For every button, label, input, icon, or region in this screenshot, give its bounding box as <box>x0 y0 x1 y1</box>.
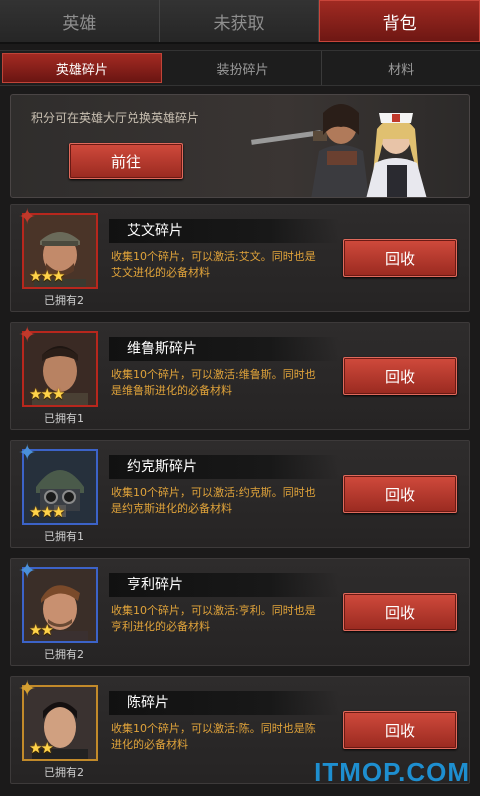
recycle-button[interactable]: 回收 <box>343 475 457 513</box>
list-item: ✦ ★★★ 已拥有1 维鲁斯碎片 收集10个碎片，可以激活:维鲁斯。同时也 是维… <box>10 322 470 430</box>
recycle-button[interactable]: 回收 <box>343 593 457 631</box>
list-item: ✦ ★★★ 已拥有2 艾文碎片 收集10个碎片，可以激活:艾文。同时也是 艾文进… <box>10 204 470 312</box>
fragment-description: 收集10个碎片，可以激活:维鲁斯。同时也 是维鲁斯进化的必备材料 <box>111 367 337 399</box>
fragment-description: 收集10个碎片，可以激活:艾文。同时也是 艾文进化的必备材料 <box>111 249 337 281</box>
list-item: ✦ ★★★ 已拥有1 约克斯碎片 收集10个碎片，可以激活:约克斯。同时也 是约… <box>10 440 470 548</box>
description-line: 收集10个碎片，可以激活:亨利。同时也是 <box>111 604 316 617</box>
tab-heroes[interactable]: 英雄 <box>0 0 160 42</box>
description-line: 收集10个碎片，可以激活:维鲁斯。同时也 <box>111 368 316 381</box>
blue-puzzle-icon: ✦ <box>18 441 37 466</box>
list-item: ✦ ★★ 已拥有2 亨利碎片 收集10个碎片，可以激活:亨利。同时也是 亨利进化… <box>10 558 470 666</box>
description-line: 进化的必备材料 <box>111 738 188 751</box>
owned-count: 已拥有1 <box>44 530 84 543</box>
tab-costume-fragments[interactable]: 装扮碎片 <box>164 51 323 85</box>
star-rating: ★★ <box>29 739 54 757</box>
sub-tab-bar: 英雄碎片 装扮碎片 材料 <box>0 50 480 86</box>
gold-puzzle-icon: ✦ <box>18 677 37 702</box>
fragment-description: 收集10个碎片，可以激活:亨利。同时也是 亨利进化的必备材料 <box>111 603 337 635</box>
owned-count: 已拥有2 <box>44 648 84 661</box>
description-line: 收集10个碎片，可以激活:约克斯。同时也 <box>111 486 316 499</box>
fragment-description: 收集10个碎片，可以激活:约克斯。同时也 是约克斯进化的必备材料 <box>111 485 337 517</box>
description-line: 亨利进化的必备材料 <box>111 620 210 633</box>
description-line: 艾文进化的必备材料 <box>111 266 210 279</box>
description-line: 是维鲁斯进化的必备材料 <box>111 384 232 397</box>
tab-hero-fragments[interactable]: 英雄碎片 <box>2 53 162 83</box>
exchange-banner: 积分可在英雄大厅兑换英雄碎片 前往 <box>10 94 470 198</box>
recycle-button[interactable]: 回收 <box>343 357 457 395</box>
fragment-name: 艾文碎片 <box>109 219 339 243</box>
banner-text: 积分可在英雄大厅兑换英雄碎片 <box>31 111 200 125</box>
go-button[interactable]: 前往 <box>69 143 183 179</box>
star-rating: ★★★ <box>29 503 65 521</box>
star-rating: ★★ <box>29 621 54 639</box>
heroes-illustration <box>251 104 427 197</box>
red-puzzle-icon: ✦ <box>18 205 37 230</box>
owned-count: 已拥有2 <box>44 766 84 779</box>
recycle-button[interactable]: 回收 <box>343 711 457 749</box>
blue-puzzle-icon: ✦ <box>18 559 37 584</box>
star-rating: ★★★ <box>29 385 65 403</box>
tab-not-obtained[interactable]: 未获取 <box>159 0 320 42</box>
fragment-description: 收集10个碎片，可以激活:陈。同时也是陈 进化的必备材料 <box>111 721 337 753</box>
tab-materials[interactable]: 材料 <box>322 51 480 85</box>
fragment-name: 约克斯碎片 <box>109 455 339 479</box>
fragment-name: 亨利碎片 <box>109 573 339 597</box>
watermark: ITMOP.COM <box>314 757 470 787</box>
description-line: 收集10个碎片，可以激活:陈。同时也是陈 <box>111 722 316 735</box>
tab-backpack[interactable]: 背包 <box>319 0 480 42</box>
red-puzzle-icon: ✦ <box>18 323 37 348</box>
star-rating: ★★★ <box>29 267 65 285</box>
description-line: 是约克斯进化的必备材料 <box>111 502 232 515</box>
fragment-name: 陈碎片 <box>109 691 339 715</box>
fragment-name: 维鲁斯碎片 <box>109 337 339 361</box>
owned-count: 已拥有1 <box>44 412 84 425</box>
owned-count: 已拥有2 <box>44 294 84 307</box>
recycle-button[interactable]: 回收 <box>343 239 457 277</box>
description-line: 收集10个碎片，可以激活:艾文。同时也是 <box>111 250 316 263</box>
top-tab-bar: 英雄 未获取 背包 <box>0 0 480 44</box>
